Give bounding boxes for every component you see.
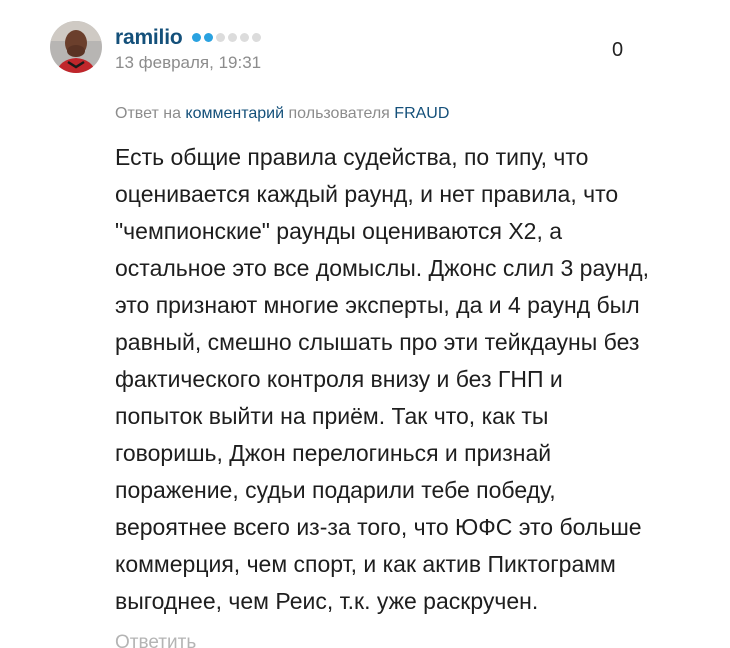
avatar-image [50, 21, 102, 73]
comment-line: это признают многие эксперты, да и 4 рау… [115, 292, 640, 318]
rating-dot [228, 33, 237, 42]
comment-line: "чемпионские" раунды оцениваются Х2, а [115, 218, 563, 244]
comment-line: оценивается каждый раунд, и нет правила,… [115, 181, 619, 207]
reply-context: Ответ на комментарий пользователя FRAUD [115, 105, 449, 123]
comment: ramilio 13 февраля, 19:31 0 Ответ на ком… [0, 0, 730, 648]
comment-line: остальное это все домыслы. Джонс слил 3 … [115, 255, 649, 281]
comment-body: Есть общие правила судейства, по типу, ч… [115, 139, 705, 620]
vote-count: 0 [612, 39, 624, 61]
rating-dot [216, 33, 225, 42]
comment-line: фактического контроля внизу и без ГНП и [115, 366, 563, 392]
rating-dot [252, 33, 261, 42]
rating-dot [204, 33, 213, 42]
comment-line: равный, смешно слышать про эти тейкдауны… [115, 329, 640, 355]
user-rating [192, 33, 261, 42]
rating-dot [192, 33, 201, 42]
parent-user-link[interactable]: FRAUD [394, 105, 449, 122]
comment-line: поражение, судьи подарили тебе победу, [115, 477, 556, 503]
username[interactable]: ramilio [115, 26, 183, 50]
reply-prefix: Ответ на [115, 105, 181, 122]
comment-line: говоришь, Джон перелогинься и признай [115, 440, 552, 466]
comment-line: Есть общие правила судейства, по типу, ч… [115, 144, 589, 170]
comment-line: выгоднее, чем Реис, т.к. уже раскручен. [115, 588, 539, 614]
comment-line: попыток выйти на приём. Так что, как ты [115, 403, 549, 429]
reply-button[interactable]: Ответить [115, 632, 196, 648]
reply-middle: пользователя [288, 105, 390, 122]
comment-line: вероятнее всего из-за того, что ЮФС это … [115, 514, 642, 540]
comment-date: 13 февраля, 19:31 [115, 53, 262, 72]
avatar[interactable] [50, 21, 102, 73]
comment-line: коммерция, чем спорт, и как актив Пиктог… [115, 551, 616, 577]
rating-dot [240, 33, 249, 42]
parent-comment-link[interactable]: комментарий [185, 105, 284, 122]
